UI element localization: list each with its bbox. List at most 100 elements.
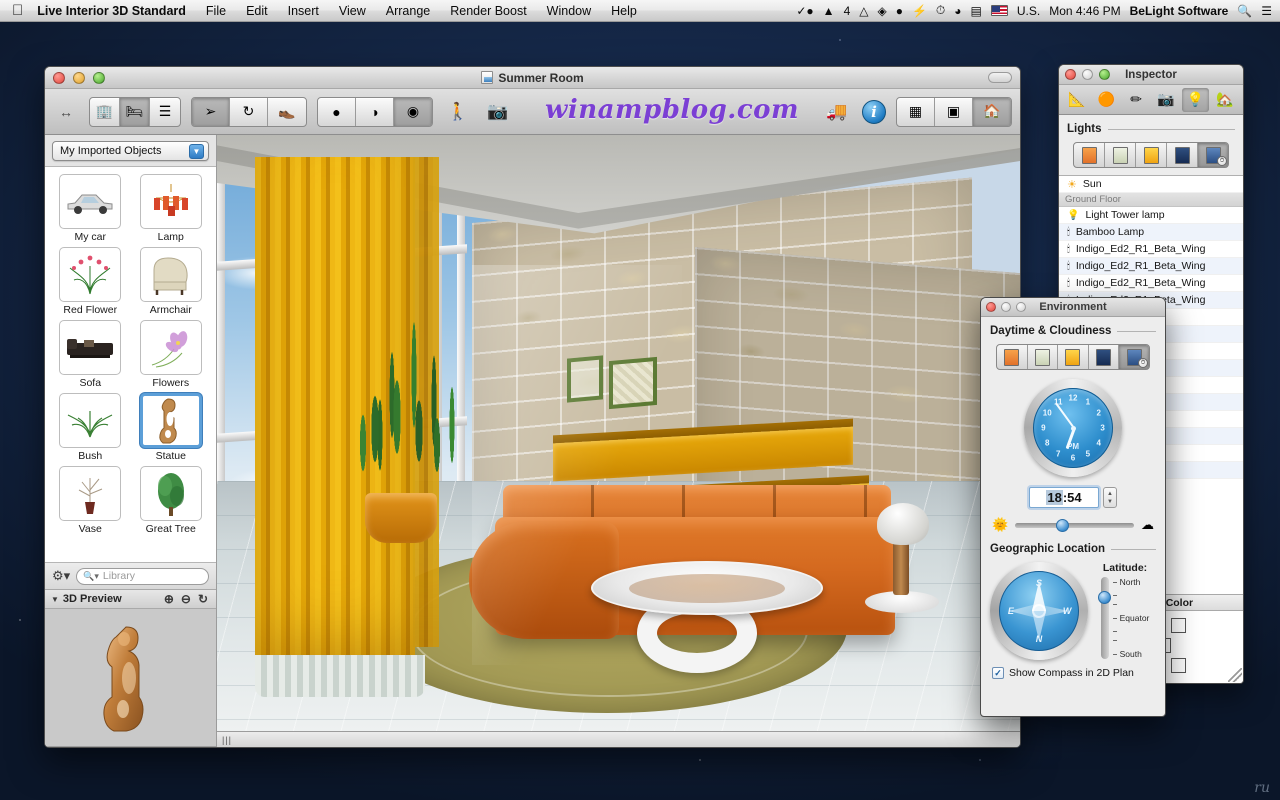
time-hours[interactable]: 18 [1046,490,1063,505]
library-item-great-tree[interactable]: Great Tree [134,466,209,535]
bulb-on-icon[interactable]: 💡 [1067,210,1079,221]
house-icon[interactable]: 🏡 [1212,88,1239,112]
stepper-up-down-icon[interactable]: ▲ ▼ [1103,487,1117,508]
list-item[interactable]: 🕯 Indigo_Ed2_R1_Beta_Wing [1059,241,1243,258]
object-ruler-icon[interactable]: 📐 [1063,88,1090,112]
latitude-slider[interactable] [1098,577,1112,659]
zoom-in-icon[interactable]: ⊕ [164,592,174,606]
library-item-my-car[interactable]: My car [53,174,128,243]
window-clock-icon[interactable]: ⏱ [1119,345,1149,369]
menu-insert[interactable]: Insert [278,0,329,22]
flag-icon[interactable] [990,5,1008,16]
disclosure-triangle-icon[interactable]: ▼ [51,595,59,604]
time-machine-icon[interactable]: ⏱ [936,3,945,18]
material-sphere-icon[interactable]: 🟠 [1093,88,1120,112]
library-item-bush[interactable]: Bush [53,393,128,462]
camera-icon[interactable]: 📷 [1152,88,1179,112]
zoom-out-icon[interactable]: ⊖ [181,592,191,606]
realistic-shading-icon[interactable]: ◉ [394,97,432,126]
library-item-statue[interactable]: Statue [134,393,209,462]
rotate-icon[interactable]: ↻ [198,592,208,606]
arrow-select-icon[interactable]: ➢ [192,97,230,126]
evernote-icon[interactable]: ● [896,4,903,18]
library-item-sofa[interactable]: Sofa [53,320,128,389]
google-drive-icon[interactable]: △ [859,4,868,18]
battery-icon[interactable]: ▤ [971,4,982,18]
checkmark-badge-icon[interactable]: ✓● [796,4,813,18]
show-compass-row[interactable]: ✓ Show Compass in 2D Plan [990,667,1156,679]
list-item[interactable]: 💡 Light Tower lamp [1059,207,1243,224]
flat-shading-icon[interactable]: ● [318,97,356,126]
floorplan-icon[interactable]: 🏢 [90,97,120,126]
checkmark-icon[interactable]: ✓ [992,667,1004,679]
rotate-icon[interactable]: ↻ [230,97,268,126]
menu-edit[interactable]: Edit [236,0,278,22]
window-sunrise-icon[interactable] [997,345,1028,369]
list-item[interactable]: 🕯 Indigo_Ed2_R1_Beta_Wing [1059,275,1243,292]
furniture-icon[interactable]: 🛏 [120,97,150,126]
resize-arrows-icon[interactable]: ↔ [53,104,79,120]
analog-clock-wrapper[interactable]: 12 1 2 3 4 5 6 7 8 9 10 11 PM [990,379,1156,477]
menu-file[interactable]: File [196,0,236,22]
split-view-icon[interactable]: ▦ [897,97,935,126]
environment-preset-control[interactable]: ⏱ [996,344,1150,370]
window-night-icon[interactable] [1089,345,1120,369]
light-bulb-icon[interactable]: 💡 [1181,87,1209,112]
library-category-dropdown[interactable]: My Imported Objects ▼ [52,141,209,161]
list-icon[interactable]: ☰ [150,98,180,126]
compass-control[interactable]: S W N E [990,562,1088,660]
search-input[interactable]: 🔍▾ Library [76,567,209,585]
close-button[interactable] [53,71,65,84]
inspector-titlebar[interactable]: Inspector [1059,65,1243,85]
walk-tool-icon[interactable]: 👞 [268,98,306,126]
render-truck-icon[interactable]: 🚚 [822,97,852,127]
render-mode-segmented-control[interactable]: ● ◑ ◉ [317,96,433,127]
input-language-label[interactable]: U.S. [1017,4,1040,18]
library-item-flowers[interactable]: Flowers [134,320,209,389]
window-sunset-icon[interactable] [1136,143,1167,167]
library-item-lamp[interactable]: Lamp [134,174,209,243]
preview-header[interactable]: ▼ 3D Preview ⊕ ⊖ ↻ [45,589,216,609]
gear-icon[interactable]: ⚙▾ [52,568,70,584]
layout-view-segmented-control[interactable]: ▦ ▣ 🏠 [896,96,1012,127]
daytime-preset-control[interactable]: ⏱ [1073,142,1229,168]
wifi-icon[interactable]: ◕ [954,4,961,18]
camera-icon[interactable]: 📷 [483,97,513,127]
resize-handle[interactable] [1228,668,1242,682]
walk-person-icon[interactable]: 🚶 [443,97,473,127]
window-night-icon[interactable] [1167,143,1198,167]
cloudiness-slider[interactable] [1015,518,1134,532]
toolbar-toggle-button[interactable] [988,72,1012,83]
lights-list-row-sun[interactable]: ☀ Sun [1059,176,1243,193]
menu-window[interactable]: Window [537,0,601,22]
compass-rose-icon[interactable]: S W N E [999,571,1079,651]
3d-view-icon[interactable]: 🏠 [973,97,1011,126]
window-clock-icon[interactable]: ⏱ [1198,143,1228,167]
flash-icon[interactable]: ⚡ [912,4,927,18]
bulb-off-icon[interactable]: 🕯 [1067,261,1070,272]
apple-logo-icon[interactable]:  [0,3,35,18]
time-minutes[interactable]: :54 [1063,490,1082,505]
color-swatch[interactable] [1170,657,1186,673]
menu-arrange[interactable]: Arrange [376,0,440,22]
color-swatch[interactable] [1170,617,1186,633]
library-item-vase[interactable]: Vase [53,466,128,535]
menu-app-name[interactable]: Live Interior 3D Standard [35,0,196,22]
slider-handle[interactable] [1098,590,1112,604]
analog-clock-face[interactable]: 12 1 2 3 4 5 6 7 8 9 10 11 PM [1033,388,1113,468]
adobe-icon[interactable]: ▲ [823,4,835,18]
library-item-red-flower[interactable]: Red Flower [53,247,128,316]
time-input[interactable]: 18:54 [1029,487,1099,508]
menu-help[interactable]: Help [601,0,647,22]
minimize-button[interactable] [73,71,85,84]
tool-segmented-control[interactable]: ➢ ↻ 👞 [191,96,307,127]
bulb-off-icon[interactable]: 🕯 [1067,244,1070,255]
list-item[interactable]: 🕯 Indigo_Ed2_R1_Beta_Wing [1059,258,1243,275]
search-icon[interactable]: 🔍 [1237,4,1252,18]
window-sunrise-icon[interactable] [1074,143,1105,167]
notification-center-icon[interactable]: ☰ [1261,4,1272,18]
menu-render-boost[interactable]: Render Boost [440,0,536,22]
preview-3d-viewport[interactable] [45,609,216,747]
menu-view[interactable]: View [329,0,376,22]
library-item-armchair[interactable]: Armchair [134,247,209,316]
